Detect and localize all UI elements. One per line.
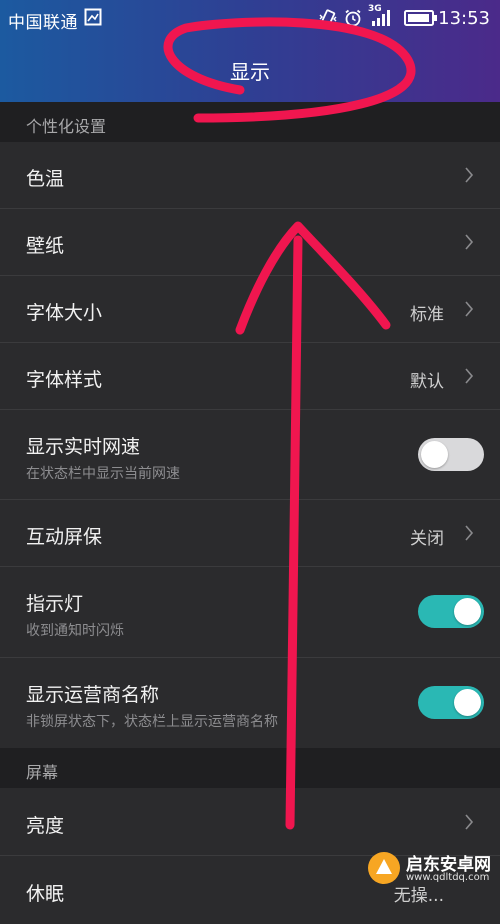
setting-row-brightness[interactable]: 亮度	[0, 788, 500, 856]
chevron-right-icon	[465, 368, 474, 384]
clock: 13:53	[438, 8, 490, 29]
setting-label: 显示实时网速	[26, 436, 141, 458]
setting-label: 字体大小	[26, 302, 103, 324]
toggle-knob	[421, 441, 448, 468]
watermark-logo-icon	[368, 852, 400, 884]
chevron-right-icon	[465, 301, 474, 317]
setting-description: 收到通知时闪烁	[26, 623, 124, 639]
setting-row-color-temperature[interactable]: 色温	[0, 142, 500, 209]
alarm-icon	[345, 9, 361, 27]
indicator-light-toggle[interactable]	[418, 595, 484, 628]
setting-row-network-speed: 显示实时网速 在状态栏中显示当前网速	[0, 410, 500, 500]
chevron-right-icon	[465, 814, 474, 830]
setting-row-interactive-screensaver[interactable]: 互动屏保 关闭	[0, 500, 500, 567]
image-icon	[84, 8, 102, 26]
setting-row-carrier-name: 显示运营商名称 非锁屏状态下，状态栏上显示运营商名称	[0, 658, 500, 748]
status-bar: 中国联通 3G 13:53	[0, 0, 500, 36]
setting-label: 壁纸	[26, 235, 65, 257]
page-title: 显示	[230, 60, 270, 84]
setting-label: 显示运营商名称	[26, 684, 160, 706]
setting-value: 标准	[410, 305, 444, 325]
setting-label: 字体样式	[26, 369, 103, 391]
signal-icon	[372, 10, 390, 26]
setting-value: 关闭	[410, 529, 444, 549]
setting-label: 亮度	[26, 815, 65, 837]
setting-row-indicator-light: 指示灯 收到通知时闪烁	[0, 567, 500, 658]
watermark: 启东安卓网 www.qdltdq.com	[362, 848, 500, 889]
setting-label: 休眠	[26, 883, 65, 905]
section-header-personalization: 个性化设置	[0, 102, 500, 142]
chevron-right-icon	[465, 167, 474, 183]
vibrate-icon	[319, 9, 337, 27]
battery-icon	[404, 10, 437, 26]
section-title: 屏幕	[26, 763, 59, 782]
setting-label: 色温	[26, 168, 65, 190]
chevron-right-icon	[465, 525, 474, 541]
section-title: 个性化设置	[26, 117, 107, 136]
carrier-name-toggle[interactable]	[418, 686, 484, 719]
watermark-url: www.qdltdq.com	[406, 872, 490, 883]
setting-label: 互动屏保	[26, 526, 103, 548]
setting-row-wallpaper[interactable]: 壁纸	[0, 209, 500, 276]
toggle-knob	[454, 598, 481, 625]
section-header-screen: 屏幕	[0, 748, 500, 788]
setting-row-font-style[interactable]: 字体样式 默认	[0, 343, 500, 410]
setting-description: 在状态栏中显示当前网速	[26, 466, 180, 482]
carrier-name: 中国联通	[8, 13, 78, 33]
setting-description: 非锁屏状态下，状态栏上显示运营商名称	[26, 714, 278, 730]
setting-value: 默认	[410, 372, 444, 392]
setting-row-font-size[interactable]: 字体大小 标准	[0, 276, 500, 343]
app-header: 中国联通 3G 13:53 显示	[0, 0, 500, 102]
network-speed-toggle[interactable]	[418, 438, 484, 471]
setting-label: 指示灯	[26, 593, 84, 615]
toggle-knob	[454, 689, 481, 716]
chevron-right-icon	[465, 234, 474, 250]
